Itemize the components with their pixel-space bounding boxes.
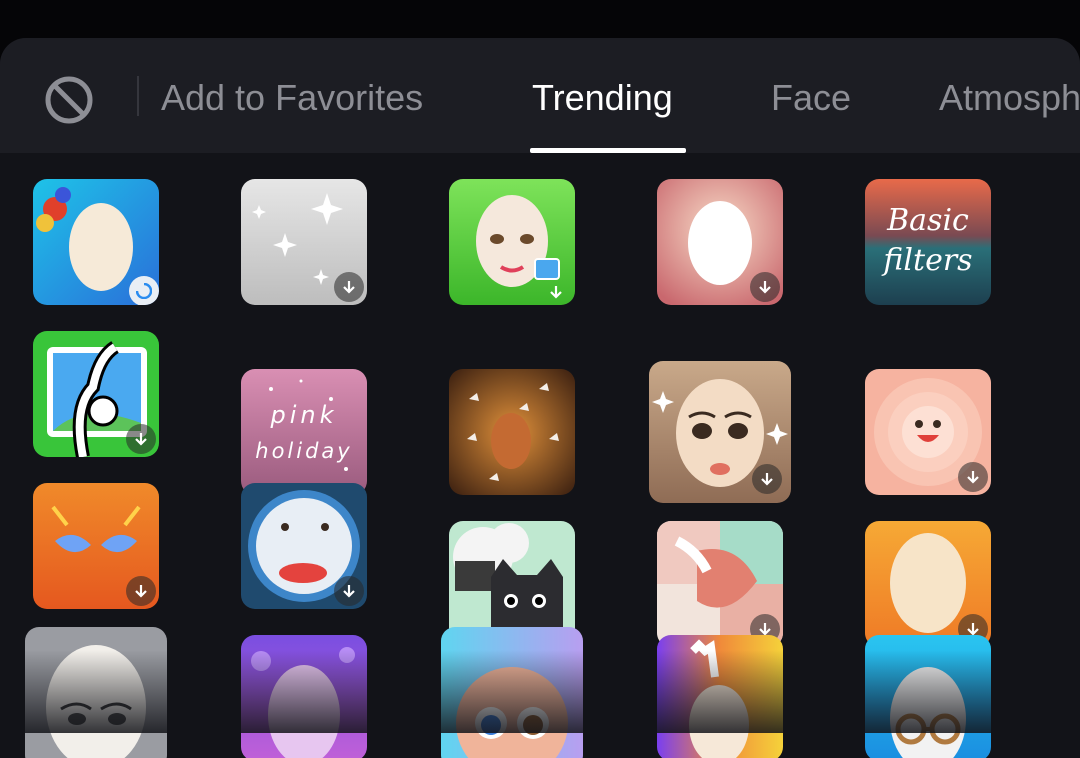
tab-atmosphere[interactable]: Atmosph <box>939 75 1080 121</box>
tab-add-to-favorites[interactable]: Add to Favorites <box>161 75 423 121</box>
effect-category-tabs: Add to Favorites Trending Face Atmosph <box>0 38 1080 153</box>
effect-doll-face[interactable] <box>449 179 575 305</box>
download-icon[interactable] <box>750 272 780 302</box>
download-icon[interactable] <box>958 462 988 492</box>
effect-big-lips-face[interactable] <box>241 483 367 609</box>
download-icon[interactable] <box>126 424 156 454</box>
effect-wave-rainbow[interactable] <box>657 635 783 758</box>
effect-egg-face-orange[interactable] <box>865 521 991 647</box>
effect-butterflies[interactable] <box>449 369 575 495</box>
effect-cartoon-girl[interactable] <box>649 361 791 503</box>
basic-filters-title-line1: Basic <box>887 203 969 238</box>
active-tab-indicator <box>530 148 686 153</box>
effect-egg-face-flowers[interactable] <box>33 179 159 305</box>
effect-smiley-ripple[interactable] <box>865 369 991 495</box>
effect-sketch-face[interactable] <box>25 627 167 758</box>
effect-pink-holiday[interactable]: pink holiday <box>241 369 367 495</box>
download-icon[interactable] <box>334 272 364 302</box>
download-icon[interactable] <box>752 464 782 494</box>
effect-glasses-face[interactable] <box>865 635 991 758</box>
effect-purple-bokeh[interactable] <box>241 635 367 758</box>
download-icon[interactable] <box>126 576 156 606</box>
effects-panel: Add to Favorites Trending Face Atmosph B… <box>0 38 1080 758</box>
effect-sparkles[interactable] <box>241 179 367 305</box>
pink-holiday-title-line2: holiday <box>255 439 353 463</box>
pink-holiday-title-line1: pink <box>270 401 338 429</box>
no-effect-icon[interactable] <box>43 74 95 126</box>
effect-puzzle-collage[interactable] <box>657 521 783 647</box>
download-icon[interactable] <box>541 277 571 305</box>
tab-face[interactable]: Face <box>771 75 851 121</box>
tab-trending[interactable]: Trending <box>532 75 673 121</box>
effect-beauty-glow[interactable] <box>657 179 783 305</box>
effect-big-eyes-face[interactable] <box>441 627 583 758</box>
effect-photo-wave[interactable] <box>33 331 159 457</box>
download-icon[interactable] <box>334 576 364 606</box>
basic-filters-title-line2: filters <box>883 243 973 278</box>
effect-heart-glasses[interactable] <box>33 483 159 609</box>
loading-spinner-icon <box>129 276 159 305</box>
tab-divider <box>137 76 139 116</box>
effect-basic-filters[interactable]: Basic filters <box>865 179 991 305</box>
